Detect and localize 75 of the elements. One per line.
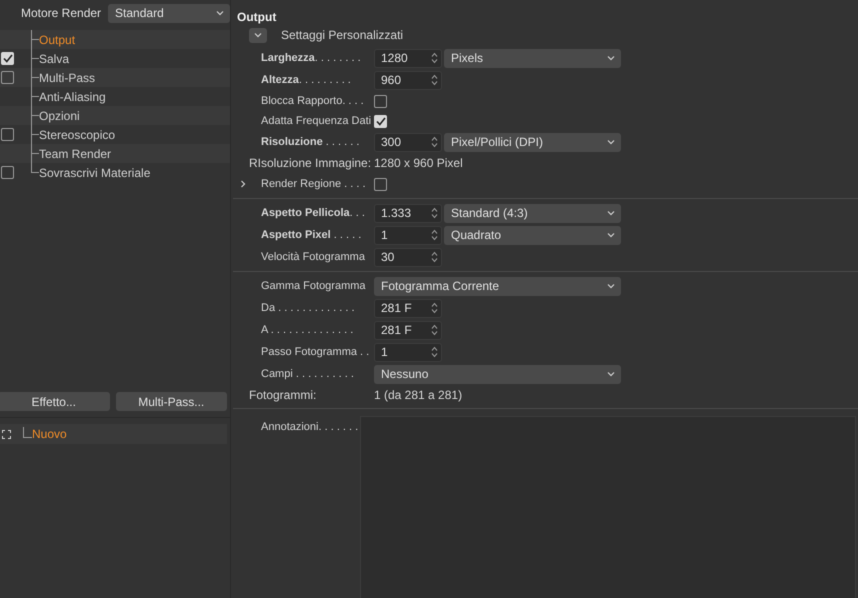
field-label: Larghezza. . . . . . . . bbox=[261, 50, 362, 66]
field-label: Risoluzione . . . . . . bbox=[261, 134, 360, 150]
number-field[interactable]: 300 bbox=[374, 132, 442, 152]
spinner-arrows-icon[interactable] bbox=[431, 52, 438, 64]
tree-item[interactable]: Salva bbox=[39, 50, 70, 68]
render-engine-label: Motore Render bbox=[21, 5, 102, 22]
number-field[interactable]: 281 F bbox=[374, 320, 442, 340]
checkbox[interactable] bbox=[1, 128, 14, 141]
field-label: Annotazioni. . . . . . . bbox=[261, 421, 360, 433]
field-label: Render Regione . . . . bbox=[261, 176, 367, 192]
spinner-arrows-icon[interactable] bbox=[431, 324, 438, 336]
field-label: Adatta Frequenza Dati bbox=[261, 114, 372, 129]
checkmark-icon bbox=[376, 116, 386, 126]
dropdown[interactable]: Quadrato bbox=[444, 226, 621, 244]
preset-label: Settaggi Personalizzati bbox=[281, 27, 404, 44]
number-field[interactable]: 30 bbox=[374, 248, 442, 266]
spinner-arrows-icon[interactable] bbox=[431, 136, 438, 148]
number-field[interactable]: 960 bbox=[374, 70, 442, 90]
checkbox[interactable] bbox=[374, 94, 387, 108]
checkbox[interactable] bbox=[374, 178, 387, 190]
effect-item[interactable]: Nuovo bbox=[32, 425, 67, 443]
action-button[interactable]: Effetto... bbox=[0, 392, 110, 411]
dropdown[interactable]: Pixel/Pollici (DPI) bbox=[444, 132, 621, 152]
field-label: A . . . . . . . . . . . . . . bbox=[261, 322, 354, 338]
chevron-right-icon bbox=[239, 180, 247, 188]
info-value: 1 (da 281 a 281) bbox=[374, 387, 462, 404]
dropdown[interactable]: Fotogramma Corrente bbox=[374, 276, 621, 296]
spinner-arrows-icon[interactable] bbox=[431, 229, 438, 241]
chevron-down-icon bbox=[607, 209, 615, 217]
number-field[interactable]: 281 F bbox=[374, 298, 442, 318]
chevron-down-icon bbox=[607, 54, 615, 62]
chevron-down-icon bbox=[607, 231, 615, 239]
chevron-down-icon bbox=[607, 370, 615, 378]
field-label: Da . . . . . . . . . . . . . bbox=[261, 300, 356, 316]
chevron-down-icon bbox=[254, 31, 262, 39]
chevron-down-icon bbox=[607, 282, 615, 290]
field-label: Passo Fotogramma . . bbox=[261, 344, 370, 360]
action-button[interactable]: Multi-Pass... bbox=[116, 392, 227, 411]
tree-item[interactable]: Sovrascrivi Materiale bbox=[39, 164, 150, 182]
field-label: Aspetto Pixel . . . . . bbox=[261, 228, 362, 243]
dropdown[interactable]: Nessuno bbox=[374, 364, 621, 384]
info-label: RIsoluzione Immagine: bbox=[249, 155, 372, 172]
focus-frame-icon bbox=[2, 430, 11, 438]
collapse-button[interactable] bbox=[249, 28, 267, 42]
number-field[interactable]: 1280 bbox=[374, 48, 442, 68]
dropdown[interactable]: Standard bbox=[108, 4, 230, 22]
dropdown[interactable]: Standard (4:3) bbox=[444, 204, 621, 222]
number-field[interactable]: 1.333 bbox=[374, 204, 442, 222]
spinner-arrows-icon[interactable] bbox=[431, 302, 438, 314]
spinner-arrows-icon[interactable] bbox=[431, 207, 438, 219]
checkmark-icon bbox=[2, 54, 12, 63]
chevron-down-icon bbox=[607, 138, 615, 146]
info-label: Fotogrammi: bbox=[249, 387, 318, 404]
dropdown[interactable]: Pixels bbox=[444, 48, 621, 68]
tree-item[interactable]: Anti-Aliasing bbox=[39, 88, 106, 106]
checkbox[interactable] bbox=[1, 166, 14, 179]
info-value: 1280 x 960 Pixel bbox=[374, 155, 463, 172]
field-label: Campi . . . . . . . . . . bbox=[261, 366, 355, 382]
field-label: Aspetto Pellicola. . . bbox=[261, 206, 366, 221]
field-label: Velocità Fotogramma bbox=[261, 250, 366, 265]
spinner-arrows-icon[interactable] bbox=[431, 74, 438, 86]
field-label: Altezza. . . . . . . . . bbox=[261, 72, 352, 88]
tree-item[interactable]: Stereoscopico bbox=[39, 126, 116, 144]
tree-line-icon bbox=[23, 427, 32, 441]
tree-item[interactable]: Opzioni bbox=[39, 106, 80, 124]
chevron-down-icon bbox=[216, 9, 224, 17]
number-field[interactable]: 1 bbox=[374, 342, 442, 362]
number-field[interactable]: 1 bbox=[374, 226, 442, 244]
panel-title: Output bbox=[236, 9, 278, 26]
tree-item[interactable]: Output bbox=[39, 30, 76, 48]
field-label: Blocca Rapporto. . . . bbox=[261, 94, 365, 109]
spinner-arrows-icon[interactable] bbox=[431, 251, 438, 263]
spinner-arrows-icon[interactable] bbox=[431, 346, 438, 358]
field-label: Gamma Fotogramma bbox=[261, 278, 367, 294]
checkbox[interactable] bbox=[1, 71, 14, 84]
